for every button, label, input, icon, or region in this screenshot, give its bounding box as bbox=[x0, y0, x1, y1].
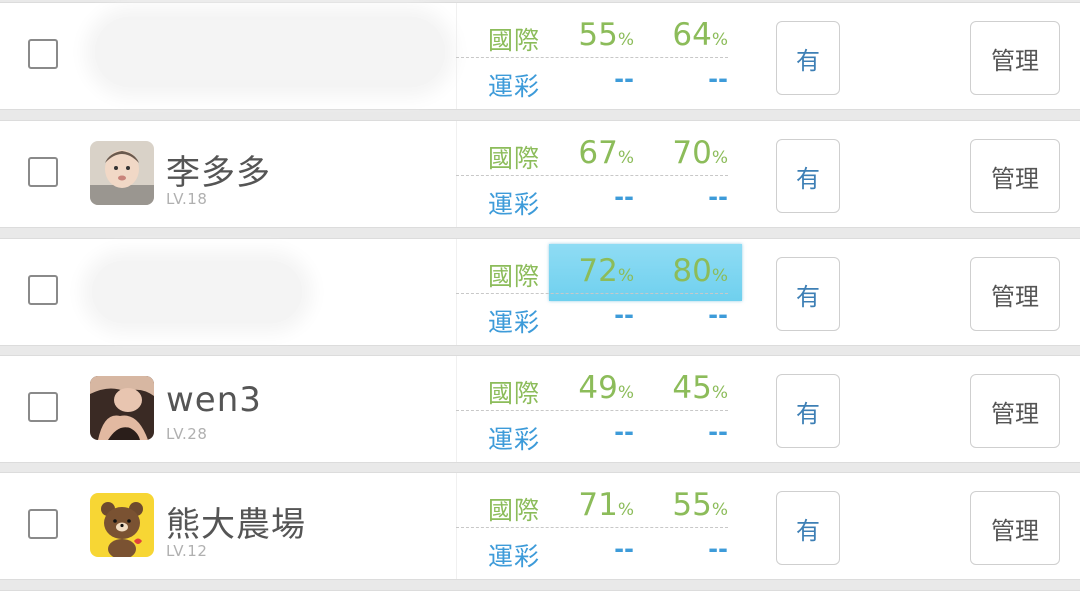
user-level: LV.12 bbox=[166, 542, 208, 560]
lottery-label: 運彩 bbox=[488, 72, 541, 101]
avatar[interactable] bbox=[90, 493, 154, 557]
lottery-rate-1: -- bbox=[614, 183, 634, 211]
have-button[interactable]: 有 bbox=[776, 139, 840, 213]
user-name[interactable]: 李多多 bbox=[166, 145, 271, 194]
have-button[interactable]: 有 bbox=[776, 21, 840, 95]
international-rate-2: 70% bbox=[672, 135, 728, 171]
lottery-rate-1: -- bbox=[614, 65, 634, 93]
lottery-rate-1: -- bbox=[614, 301, 634, 329]
row-divider bbox=[456, 410, 728, 411]
international-rate-2: 45% bbox=[672, 370, 728, 406]
lottery-label: 運彩 bbox=[488, 425, 541, 454]
row-divider bbox=[456, 293, 728, 294]
international-rate-1: 55% bbox=[578, 17, 634, 53]
lottery-rate-2: -- bbox=[708, 301, 728, 329]
avatar[interactable] bbox=[90, 376, 154, 440]
international-rate-1: 67% bbox=[578, 135, 634, 171]
manage-button[interactable]: 管理 bbox=[970, 257, 1060, 331]
lottery-rate-2: -- bbox=[708, 535, 728, 563]
brown-bear-icon bbox=[90, 493, 154, 557]
avatar[interactable] bbox=[90, 141, 154, 205]
have-button[interactable]: 有 bbox=[776, 374, 840, 448]
row-checkbox[interactable] bbox=[28, 39, 58, 69]
user-level: LV.18 bbox=[166, 190, 208, 208]
lottery-rate-1: -- bbox=[614, 535, 634, 563]
row-divider bbox=[456, 57, 728, 58]
row-checkbox[interactable] bbox=[28, 392, 58, 422]
lottery-rate-1: -- bbox=[614, 418, 634, 446]
international-rate-2: 55% bbox=[672, 487, 728, 523]
list-item: 李多多 LV.18 國際 運彩 67% 70% -- -- 有 管理 bbox=[0, 120, 1080, 228]
next-list-item-edge bbox=[0, 590, 1080, 601]
list-item: 國際 運彩 72% 80% -- -- 有 管理 bbox=[0, 238, 1080, 346]
international-label: 國際 bbox=[488, 144, 541, 173]
user-level: LV.28 bbox=[166, 425, 208, 443]
list-item: wen3 LV.28 國際 運彩 49% 45% -- -- 有 管理 bbox=[0, 355, 1080, 463]
international-rate-2: 80% bbox=[672, 253, 728, 289]
lottery-rate-2: -- bbox=[708, 65, 728, 93]
international-label: 國際 bbox=[488, 26, 541, 55]
row-checkbox[interactable] bbox=[28, 157, 58, 187]
list-item: 國際 運彩 55% 64% -- -- 有 管理 bbox=[0, 2, 1080, 110]
manage-button[interactable]: 管理 bbox=[970, 491, 1060, 565]
lottery-label: 運彩 bbox=[488, 542, 541, 571]
blurred-user-info bbox=[92, 261, 302, 323]
international-label: 國際 bbox=[488, 379, 541, 408]
lottery-rate-2: -- bbox=[708, 183, 728, 211]
have-button[interactable]: 有 bbox=[776, 257, 840, 331]
lottery-label: 運彩 bbox=[488, 190, 541, 219]
row-divider bbox=[456, 527, 728, 528]
user-name[interactable]: 熊大農場 bbox=[166, 497, 306, 546]
manage-button[interactable]: 管理 bbox=[970, 374, 1060, 448]
manage-button[interactable]: 管理 bbox=[970, 139, 1060, 213]
manage-button[interactable]: 管理 bbox=[970, 21, 1060, 95]
international-label: 國際 bbox=[488, 496, 541, 525]
row-checkbox[interactable] bbox=[28, 509, 58, 539]
list-item: 熊大農場 LV.12 國際 運彩 71% 55% -- -- 有 管理 bbox=[0, 472, 1080, 580]
international-rate-1: 71% bbox=[578, 487, 634, 523]
have-button[interactable]: 有 bbox=[776, 491, 840, 565]
row-divider bbox=[456, 175, 728, 176]
lottery-label: 運彩 bbox=[488, 308, 541, 337]
row-checkbox[interactable] bbox=[28, 275, 58, 305]
international-label: 國際 bbox=[488, 262, 541, 291]
member-list: 國際 運彩 55% 64% -- -- 有 管理 李多多 LV.18 國際 運彩… bbox=[0, 0, 1080, 601]
lottery-rate-2: -- bbox=[708, 418, 728, 446]
international-rate-1: 72% bbox=[578, 253, 634, 289]
international-rate-1: 49% bbox=[578, 370, 634, 406]
user-name[interactable]: wen3 bbox=[166, 380, 262, 420]
blurred-user-info bbox=[95, 17, 445, 87]
international-rate-2: 64% bbox=[672, 17, 728, 53]
